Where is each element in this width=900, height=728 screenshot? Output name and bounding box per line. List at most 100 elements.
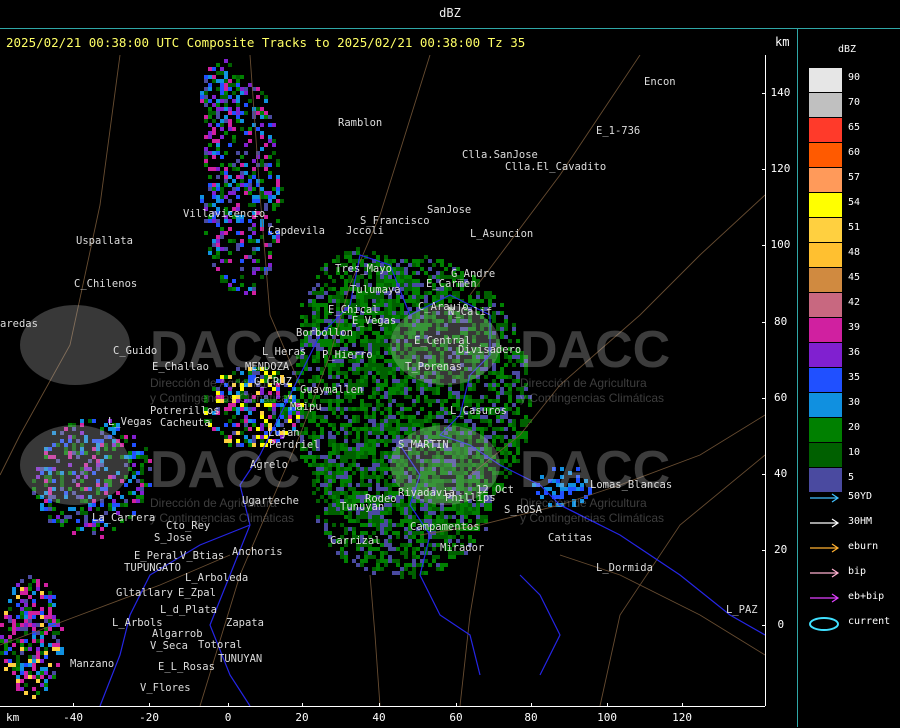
radar-echo-cell: [332, 503, 336, 507]
radar-echo-cell: [340, 295, 344, 299]
radar-echo-cell: [380, 515, 384, 519]
radar-echo-cell: [236, 111, 240, 115]
radar-echo-cell: [424, 515, 428, 519]
radar-echo-cell: [384, 467, 388, 471]
radar-echo-cell: [268, 135, 272, 139]
radar-echo-cell: [476, 515, 480, 519]
radar-echo-cell: [348, 379, 352, 383]
radar-echo-cell: [488, 399, 492, 403]
radar-echo-cell: [208, 183, 212, 187]
radar-echo-cell: [384, 463, 388, 467]
radar-echo-cell: [508, 339, 512, 343]
radar-echo-cell: [68, 515, 72, 519]
radar-echo-cell: [428, 419, 432, 423]
radar-echo-cell: [384, 327, 388, 331]
radar-echo-cell: [444, 411, 448, 415]
radar-echo-cell: [428, 411, 432, 415]
radar-echo-cell: [316, 307, 320, 311]
map-canvas[interactable]: DACCDirección de Agriculturay Contingenc…: [0, 55, 765, 706]
radar-echo-cell: [452, 535, 456, 539]
radar-echo-cell: [380, 439, 384, 443]
radar-echo-cell: [512, 323, 516, 327]
radar-echo-cell: [244, 103, 248, 107]
radar-echo-cell: [332, 423, 336, 427]
radar-echo-cell: [328, 463, 332, 467]
radar-echo-cell: [372, 423, 376, 427]
radar-echo-cell: [244, 183, 248, 187]
radar-echo-cell: [372, 379, 376, 383]
radar-echo-cell: [200, 195, 204, 199]
radar-echo-cell: [268, 195, 272, 199]
radar-echo-cell: [312, 483, 316, 487]
radar-echo-cell: [372, 555, 376, 559]
radar-echo-cell: [344, 479, 348, 483]
radar-map[interactable]: DACC Dirección de Agricultura y Contingenc…: [0, 55, 765, 706]
radar-echo-cell: [40, 503, 44, 507]
radar-echo-cell: [488, 383, 492, 387]
radar-echo-cell: [308, 339, 312, 343]
radar-echo-cell: [268, 115, 272, 119]
radar-echo-cell: [212, 427, 216, 431]
radar-echo-cell: [344, 483, 348, 487]
radar-echo-cell: [372, 407, 376, 411]
radar-echo-cell: [348, 467, 352, 471]
radar-echo-cell: [344, 515, 348, 519]
radar-echo-cell: [332, 459, 336, 463]
radar-echo-cell: [384, 375, 388, 379]
radar-echo-cell: [364, 411, 368, 415]
radar-echo-cell: [252, 287, 256, 291]
radar-echo-cell: [268, 199, 272, 203]
radar-echo-cell: [144, 483, 148, 487]
radar-echo-cell: [240, 239, 244, 243]
radar-echo-cell: [356, 279, 360, 283]
radar-echo-cell: [228, 83, 232, 87]
radar-echo-cell: [212, 255, 216, 259]
radar-echo-cell: [240, 111, 244, 115]
radar-echo-cell: [340, 363, 344, 367]
radar-echo-cell: [380, 411, 384, 415]
radar-echo-cell: [244, 131, 248, 135]
radar-echo-cell: [504, 451, 508, 455]
radar-echo-cell: [344, 251, 348, 255]
radar-echo-cell: [400, 267, 404, 271]
radar-echo-cell: [488, 291, 492, 295]
radar-echo-cell: [340, 547, 344, 551]
radar-echo-cell: [132, 451, 136, 455]
radar-echo-cell: [324, 343, 328, 347]
radar-echo-cell: [252, 199, 256, 203]
radar-echo-cell: [512, 455, 516, 459]
radar-echo-cell: [248, 203, 252, 207]
radar-echo-cell: [360, 559, 364, 563]
radar-echo-cell: [476, 507, 480, 511]
radar-echo-cell: [220, 199, 224, 203]
radar-echo-cell: [328, 431, 332, 435]
radar-echo-cell: [212, 131, 216, 135]
radar-echo-cell: [380, 423, 384, 427]
radar-echo-cell: [444, 291, 448, 295]
radar-echo-cell: [376, 567, 380, 571]
radar-echo-cell: [320, 303, 324, 307]
radar-echo-cell: [208, 151, 212, 155]
radar-echo-cell: [252, 195, 256, 199]
radar-echo-cell: [208, 203, 212, 207]
radar-echo-cell: [320, 267, 324, 271]
radar-echo-cell: [408, 427, 412, 431]
radar-echo-cell: [512, 459, 516, 463]
radar-echo-cell: [320, 427, 324, 431]
radar-echo-cell: [332, 279, 336, 283]
radar-echo-cell: [392, 303, 396, 307]
radar-echo-cell: [432, 295, 436, 299]
radar-echo-cell: [384, 351, 388, 355]
radar-echo-cell: [396, 535, 400, 539]
radar-echo-cell: [320, 415, 324, 419]
radar-echo-cell: [364, 555, 368, 559]
radar-echo-cell: [244, 171, 248, 175]
radar-echo-cell: [364, 327, 368, 331]
radar-echo-cell: [324, 483, 328, 487]
radar-echo-cell: [372, 415, 376, 419]
radar-echo-cell: [212, 203, 216, 207]
radar-echo-cell: [472, 387, 476, 391]
radar-echo-cell: [396, 315, 400, 319]
radar-echo-cell: [436, 515, 440, 519]
radar-echo-cell: [268, 415, 272, 419]
